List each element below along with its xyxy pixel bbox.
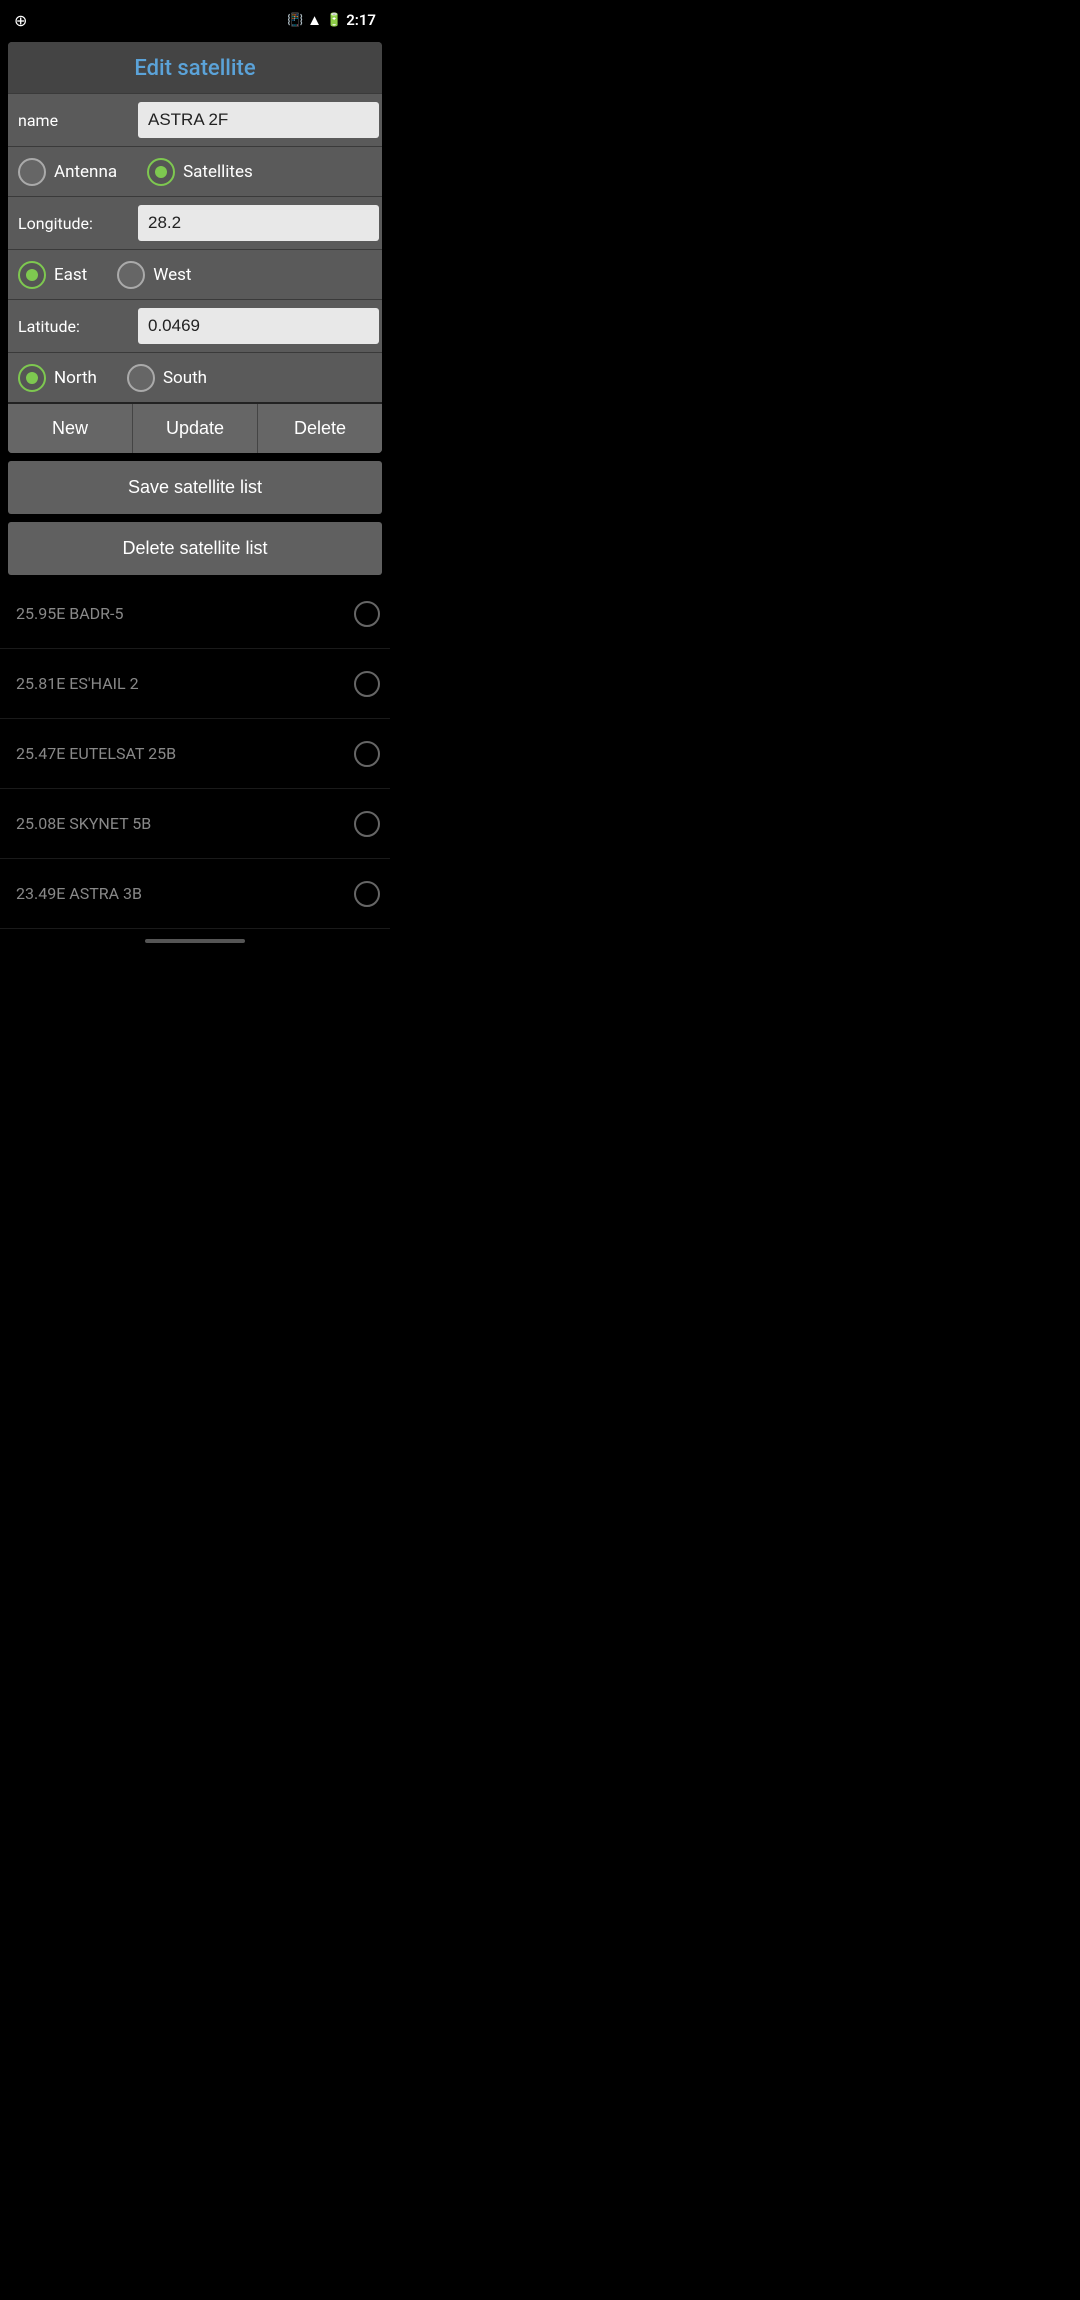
type-radio-row: Antenna Satellites	[8, 146, 382, 196]
satellite-name-badr5: 25.95E BADR-5	[16, 604, 123, 623]
home-bar	[0, 929, 390, 953]
satellite-radio-eutelsat25b[interactable]	[354, 741, 380, 767]
latitude-row: Latitude:	[8, 299, 382, 352]
satellite-radio-astra3b[interactable]	[354, 881, 380, 907]
satellite-name-skynet5b: 25.08E SKYNET 5B	[16, 814, 151, 833]
new-button[interactable]: New	[8, 404, 133, 453]
satellites-radio-dot	[155, 166, 167, 178]
satellite-item-astra3b[interactable]: 23.49E ASTRA 3B	[0, 859, 390, 929]
east-label: East	[54, 265, 87, 285]
vibrate-icon: 📳	[287, 13, 303, 28]
satellite-list: 25.95E BADR-5 25.81E ES'HAIL 2 25.47E EUTE…	[0, 579, 390, 929]
satellite-radio-badr5[interactable]	[354, 601, 380, 627]
name-row: name	[8, 93, 382, 146]
wifi-icon: ▲	[307, 11, 322, 29]
antenna-option[interactable]: Antenna	[18, 158, 117, 186]
latitude-label: Latitude:	[18, 317, 138, 336]
west-label: West	[153, 265, 191, 285]
south-radio-btn[interactable]	[127, 364, 155, 392]
west-radio-btn[interactable]	[117, 261, 145, 289]
ns-radio-row: North South	[8, 352, 382, 402]
north-label: North	[54, 368, 97, 388]
satellite-item-eshail2[interactable]: 25.81E ES'HAIL 2	[0, 649, 390, 719]
longitude-label: Longitude:	[18, 214, 138, 233]
west-option[interactable]: West	[117, 261, 191, 289]
east-option[interactable]: East	[18, 261, 87, 289]
update-button[interactable]: Update	[133, 404, 258, 453]
satellite-item-eutelsat25b[interactable]: 25.47E EUTELSAT 25B	[0, 719, 390, 789]
antenna-label: Antenna	[54, 162, 117, 182]
north-option[interactable]: North	[18, 364, 97, 392]
satellite-name-eshail2: 25.81E ES'HAIL 2	[16, 674, 139, 693]
longitude-row: Longitude:	[8, 196, 382, 249]
latitude-input[interactable]	[138, 308, 379, 344]
name-input[interactable]	[138, 102, 379, 138]
south-option[interactable]: South	[127, 364, 207, 392]
name-label: name	[18, 111, 138, 130]
east-radio-dot	[26, 269, 38, 281]
longitude-input[interactable]	[138, 205, 379, 241]
satellite-name-eutelsat25b: 25.47E EUTELSAT 25B	[16, 744, 176, 763]
home-bar-line	[145, 939, 245, 943]
status-right: 📳 ▲ 🔋 2:17	[287, 11, 376, 29]
east-radio-btn[interactable]	[18, 261, 46, 289]
satellite-radio-skynet5b[interactable]	[354, 811, 380, 837]
north-radio-dot	[26, 372, 38, 384]
delete-satellite-list-button[interactable]: Delete satellite list	[8, 522, 382, 575]
action-buttons-row: New Update Delete	[8, 402, 382, 453]
south-label: South	[163, 368, 207, 388]
edit-satellite-dialog: Edit satellite name Antenna Satellites L…	[8, 42, 382, 453]
satellite-item-skynet5b[interactable]: 25.08E SKYNET 5B	[0, 789, 390, 859]
ring-icon: ⊕	[14, 11, 27, 30]
satellites-label: Satellites	[183, 162, 253, 182]
ew-radio-row: East West	[8, 249, 382, 299]
battery-icon: 🔋	[326, 13, 342, 28]
satellites-radio-btn[interactable]	[147, 158, 175, 186]
satellite-item-badr5[interactable]: 25.95E BADR-5	[0, 579, 390, 649]
satellite-name-astra3b: 23.49E ASTRA 3B	[16, 884, 142, 903]
dialog-title: Edit satellite	[8, 42, 382, 93]
north-radio-btn[interactable]	[18, 364, 46, 392]
status-bar: ⊕ 📳 ▲ 🔋 2:17	[0, 0, 390, 36]
satellite-radio-eshail2[interactable]	[354, 671, 380, 697]
time-display: 2:17	[346, 11, 376, 29]
save-satellite-list-button[interactable]: Save satellite list	[8, 461, 382, 514]
satellites-option[interactable]: Satellites	[147, 158, 253, 186]
antenna-radio-btn[interactable]	[18, 158, 46, 186]
delete-button[interactable]: Delete	[258, 404, 382, 453]
status-left: ⊕	[14, 11, 27, 30]
